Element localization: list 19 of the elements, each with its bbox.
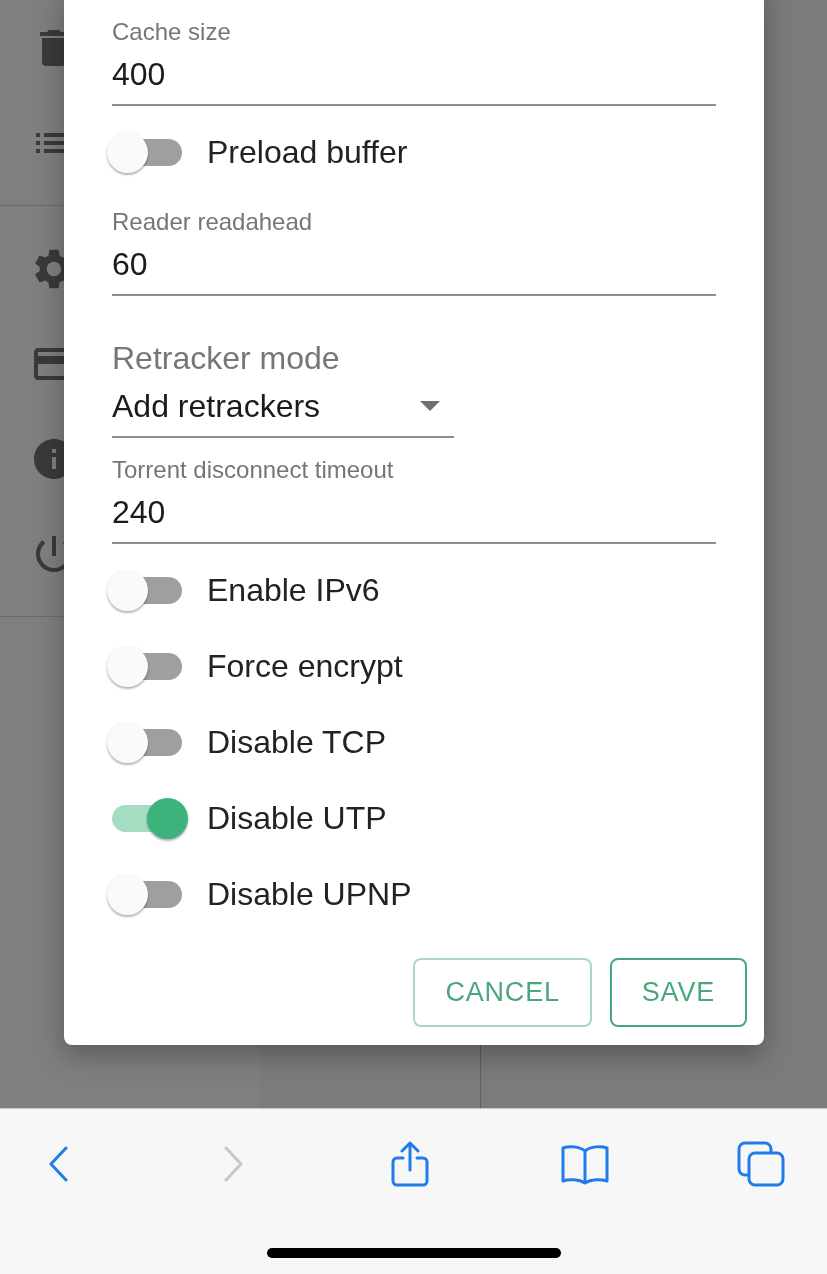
text-input[interactable]: 400: [112, 54, 716, 106]
switch-label: Preload buffer: [207, 133, 408, 172]
overlapping-squares-icon[interactable]: [737, 1140, 785, 1187]
share-icon[interactable]: [390, 1140, 429, 1187]
chevron-left-icon[interactable]: [48, 1145, 68, 1182]
text-input[interactable]: 60: [112, 244, 716, 296]
text-input[interactable]: 240: [112, 492, 716, 544]
field-label: Torrent disconnect timeout: [112, 456, 394, 484]
switch-label: Disable UTP: [207, 799, 387, 838]
switch-label: Enable IPv6: [207, 571, 380, 610]
field-label: Cache size: [112, 18, 231, 46]
open-book-icon[interactable]: [560, 1142, 611, 1185]
switch-label: Disable UPNP: [207, 875, 412, 914]
switch-label: Disable TCP: [207, 723, 387, 762]
caret-down-icon: [420, 401, 440, 411]
field-label: Reader readahead: [112, 208, 313, 236]
switch-label: Force encrypt: [207, 647, 403, 686]
dropdown-field[interactable]: Retracker mode Add retrackers: [112, 338, 454, 438]
field-label: Retracker mode: [112, 339, 341, 378]
